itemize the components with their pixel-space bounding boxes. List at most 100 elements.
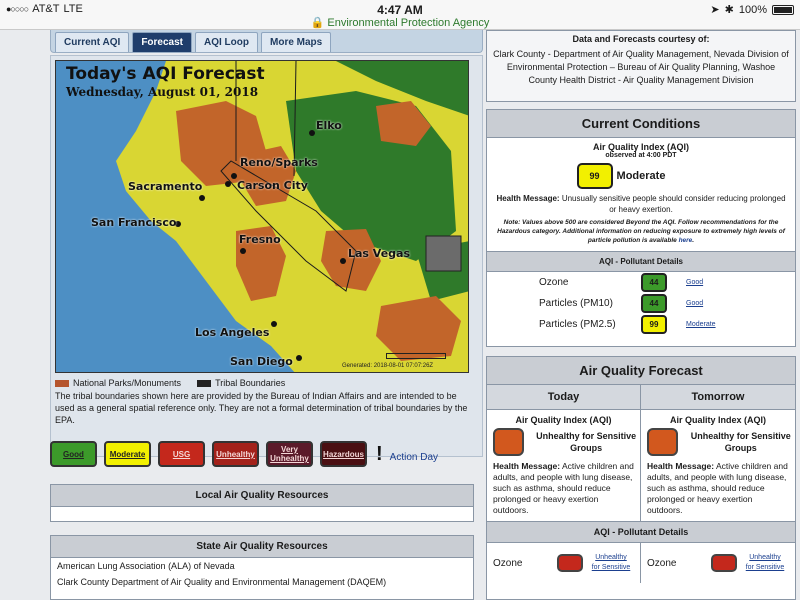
map-date: Wednesday, August 01, 2018 xyxy=(66,85,259,99)
aqi-scale-moderate[interactable]: Moderate xyxy=(104,441,151,467)
data-credits: Data and Forecasts courtesy of: Clark Co… xyxy=(486,30,796,102)
aqi-scale-very-unhealthy[interactable]: Very Unhealthy xyxy=(266,441,313,467)
pollutant-name: Ozone xyxy=(539,277,569,288)
pollutant-name: Particles (PM10) xyxy=(539,298,613,309)
status-bar: ●○○○○ AT&T LTE 4:47 AM 🔒 Environmental P… xyxy=(0,0,800,30)
aqi-scale: Good Moderate USG Unhealthy Very Unhealt… xyxy=(50,441,438,467)
tab-current-aqi[interactable]: Current AQI xyxy=(55,32,130,52)
city-label-las-vegas: Las Vegas xyxy=(348,247,411,260)
pollutant-swatch xyxy=(557,554,583,572)
lock-icon: 🔒 xyxy=(310,17,325,29)
legend-swatch-tribal xyxy=(197,379,212,387)
tab-more-maps[interactable]: More Maps xyxy=(261,32,332,52)
pollutant-row: Ozone 44 Good xyxy=(487,272,795,293)
health-message-label: Health Message: xyxy=(493,461,561,471)
health-message-text: Unusually sensitive people should consid… xyxy=(561,194,786,214)
forecast-pollutant-row: Ozone Unhealthy for Sensitive xyxy=(487,543,641,583)
aqi-scale-unhealthy[interactable]: Unhealthy xyxy=(212,441,259,467)
current-conditions-title: Current Conditions xyxy=(487,110,795,138)
pollutant-name: Ozone xyxy=(493,557,523,569)
bluetooth-icon: ✱ xyxy=(724,4,734,16)
city-dot-los-angeles xyxy=(271,321,277,327)
forecast-pollutant-row: Ozone Unhealthy for Sensitive xyxy=(641,543,795,583)
forecast-days: Today Air Quality Index (AQI) Unhealthy … xyxy=(487,385,795,521)
forecast-aqi-label: Air Quality Index (AQI) xyxy=(515,415,612,425)
health-message-label: Health Message: xyxy=(496,194,560,203)
city-dot-elko xyxy=(309,130,315,136)
map-title: Today's AQI Forecast xyxy=(66,64,265,84)
legend-swatch-parks xyxy=(55,379,69,387)
forecast-pollutant-head: AQI - Pollutant Details xyxy=(487,521,795,543)
note-here-link[interactable]: here xyxy=(679,237,693,244)
aqi-scale-good[interactable]: Good xyxy=(50,441,97,467)
clock: 4:47 AM xyxy=(377,3,423,17)
local-resources-panel: Local Air Quality Resources xyxy=(50,484,474,522)
pollutant-category-link[interactable]: Unhealthy for Sensitive xyxy=(745,553,785,573)
state-resource-link[interactable]: Clark County Department of Air Quality a… xyxy=(51,574,473,590)
map-section: Current AQI Forecast AQI Loop More Maps xyxy=(50,30,483,457)
pollutant-value: 44 xyxy=(641,294,667,313)
forecast-today: Today Air Quality Index (AQI) Unhealthy … xyxy=(487,385,641,521)
city-dot-carson-city xyxy=(225,181,231,187)
site-title[interactable]: 🔒 Environmental Protection Agency xyxy=(0,16,800,29)
map-tabs: Current AQI Forecast AQI Loop More Maps xyxy=(50,30,483,53)
forecast-pollutant-rows: Ozone Unhealthy for Sensitive Ozone Unhe… xyxy=(487,543,795,583)
pollutant-row: Particles (PM10) 44 Good xyxy=(487,293,795,314)
pollutant-category-link[interactable]: Good xyxy=(686,300,703,307)
beyond-aqi-note: Note: Values above 500 are considered Be… xyxy=(497,219,785,244)
city-label-reno-sparks: Reno/Sparks xyxy=(240,156,318,169)
current-health-message: Health Message: Unusually sensitive peop… xyxy=(487,193,795,215)
pollutant-row: Particles (PM2.5) 99 Moderate xyxy=(487,314,795,335)
pollutant-value: 44 xyxy=(641,273,667,292)
current-aqi-category: Moderate xyxy=(616,170,666,182)
city-label-san-francisco: San Francisco xyxy=(91,216,177,229)
air-quality-forecast-panel: Air Quality Forecast Today Air Quality I… xyxy=(486,356,796,600)
map-generated-credit: Generated: 2018-08-01 07:07:26Z xyxy=(342,363,434,369)
forecast-tomorrow: Tomorrow Air Quality Index (AQI) Unhealt… xyxy=(641,385,795,521)
aqi-scale-usg[interactable]: USG xyxy=(158,441,205,467)
aqi-scale-hazardous[interactable]: Hazardous xyxy=(320,441,367,467)
current-conditions-panel: Current Conditions Air Quality Index (AQ… xyxy=(486,109,796,347)
status-icons: ➤ ✱ 100% xyxy=(710,3,794,16)
current-aqi-label: Air Quality Index (AQI) xyxy=(592,142,689,152)
forecast-day-label: Tomorrow xyxy=(641,385,795,410)
pollutant-value: 99 xyxy=(641,315,667,334)
credits-text: Clark County - Department of Air Quality… xyxy=(493,49,789,85)
forecast-day-label: Today xyxy=(487,385,640,410)
city-label-fresno: Fresno xyxy=(239,233,281,246)
battery-percent: 100% xyxy=(738,3,767,16)
tab-forecast[interactable]: Forecast xyxy=(132,32,192,52)
forecast-aqi-label: Air Quality Index (AQI) xyxy=(669,415,766,425)
forecast-category: Unhealthy for Sensitive Groups xyxy=(690,431,791,453)
state-resources-title: State Air Quality Resources xyxy=(51,536,473,558)
state-resource-link[interactable]: American Lung Association (ALA) of Nevad… xyxy=(51,558,473,574)
forecast-category-row: Unhealthy for Sensitive Groups xyxy=(487,428,640,456)
city-label-elko: Elko xyxy=(316,119,342,132)
forecast-category-row: Unhealthy for Sensitive Groups xyxy=(641,428,795,456)
site-name: Environmental Protection Agency xyxy=(327,17,490,29)
state-resources-panel: State Air Quality Resources American Lun… xyxy=(50,535,474,600)
pollutant-swatch xyxy=(711,554,737,572)
tribal-area xyxy=(425,235,462,272)
forecast-category-swatch xyxy=(647,428,679,456)
observed-time: observed at 4:00 PDT xyxy=(605,152,677,159)
tribal-disclaimer: The tribal boundaries shown here are pro… xyxy=(55,391,468,425)
city-label-sacramento: Sacramento xyxy=(128,180,203,193)
pollutant-category-link[interactable]: Unhealthy for Sensitive xyxy=(591,553,631,573)
city-dot-san-diego xyxy=(296,355,302,361)
city-label-carson-city: Carson City xyxy=(237,179,308,192)
tab-aqi-loop[interactable]: AQI Loop xyxy=(195,32,258,52)
legend-label-tribal: Tribal Boundaries xyxy=(215,378,286,388)
action-day-icon: ! xyxy=(376,442,383,465)
current-aqi-reading: 99 Moderate xyxy=(447,163,795,189)
current-pollutant-head: AQI - Pollutant Details xyxy=(487,251,795,272)
forecast-category-swatch xyxy=(493,428,525,456)
forecast-health-message: Health Message: Active children and adul… xyxy=(641,456,795,521)
city-dot-sacramento xyxy=(199,195,205,201)
local-resources-title: Local Air Quality Resources xyxy=(51,485,473,507)
map-panel: Today's AQI Forecast Wednesday, August 0… xyxy=(50,55,483,457)
aqi-forecast-map[interactable]: Today's AQI Forecast Wednesday, August 0… xyxy=(55,60,469,373)
pollutant-category-link[interactable]: Good xyxy=(686,279,703,286)
action-day-link[interactable]: Action Day xyxy=(390,452,438,463)
pollutant-category-link[interactable]: Moderate xyxy=(686,321,716,328)
